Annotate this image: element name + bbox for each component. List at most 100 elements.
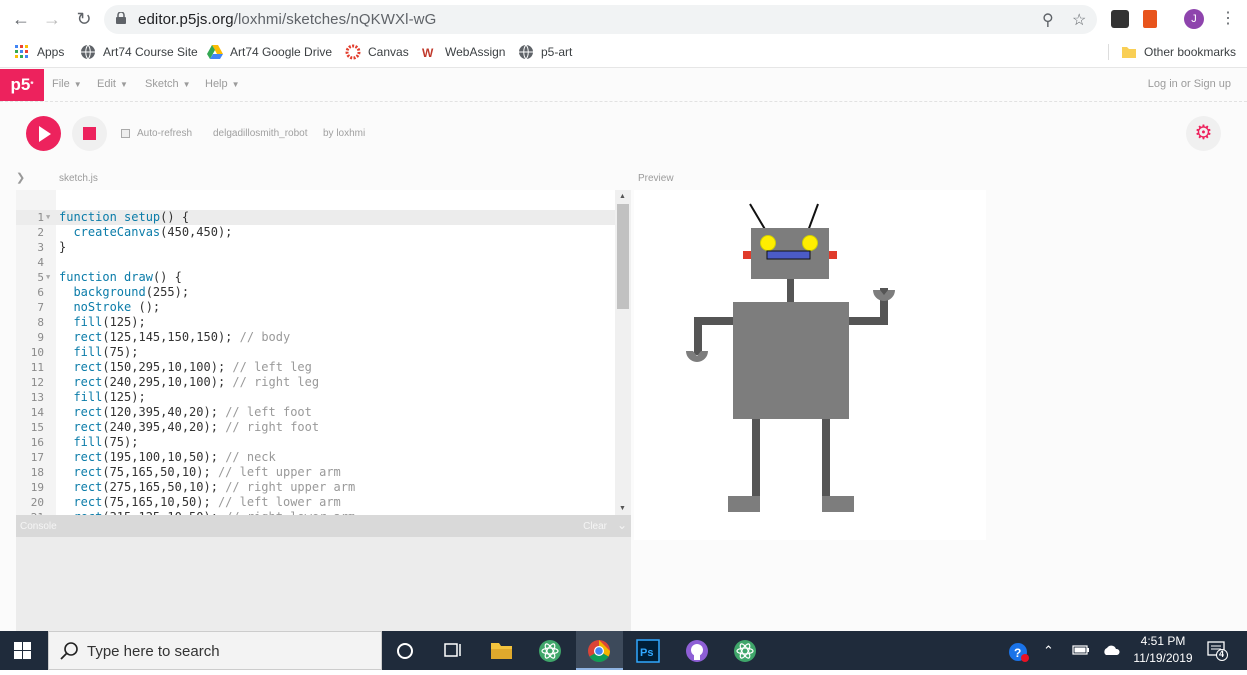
code-line[interactable]: 1 ▼ function setup() { [16,210,616,225]
code-line[interactable]: 8 fill(125); [16,315,616,330]
editor-left-strip [0,190,16,631]
back-icon[interactable]: ← [10,8,32,30]
code-line[interactable]: 16 fill(75); [16,435,616,450]
help-icon[interactable]: ? [1008,643,1030,666]
reload-icon[interactable]: ↻ [73,8,95,30]
onedrive-icon[interactable] [1102,643,1122,660]
profile-avatar[interactable]: J [1184,9,1204,29]
console-output [16,537,631,631]
right-eye [802,235,818,251]
taskbar-search[interactable]: Type here to search [48,631,382,670]
code-line[interactable]: 11 rect(150,295,10,100); // left leg [16,360,616,375]
play-button[interactable] [26,116,61,151]
editor-scrollbar[interactable]: ▲ ▼ [615,190,631,515]
menu-file[interactable]: File ▼ [52,78,82,90]
photoshop-icon: Ps [636,639,660,663]
console-clear-button[interactable]: Clear [583,521,607,532]
action-center-button[interactable]: 4 [1207,641,1228,661]
scroll-thumb[interactable] [617,204,629,309]
line-number: 15 [30,421,44,434]
code-line[interactable]: 5 ▼ function draw() { [16,270,616,285]
line-number: 7 [37,301,44,314]
code-line[interactable]: 7 noStroke (); [16,300,616,315]
line-number: 11 [30,361,44,374]
file-explorer-button[interactable] [478,631,525,670]
bookmark-label: Canvas [368,45,409,59]
scroll-up-icon[interactable]: ▲ [619,193,626,200]
line-number: 4 [37,256,44,269]
code-line[interactable]: 19 rect(275,165,50,10); // right upper a… [16,480,616,495]
code-line[interactable]: 17 rect(195,100,10,50); // neck [16,450,616,465]
forward-icon[interactable]: → [41,8,63,30]
bookmarks-bar: Apps Art74 Course Site Art74 Google Driv… [0,38,1247,68]
bookmark-webassign[interactable]: W WebAssign [422,44,505,60]
line-number: 19 [30,481,44,494]
project-owner[interactable]: by loxhmi [323,128,365,139]
stop-button[interactable] [72,116,107,151]
code-line[interactable]: 14 rect(120,395,40,20); // left foot [16,405,616,420]
menu-sketch[interactable]: Sketch ▼ [145,78,191,90]
code-line[interactable]: 4 [16,255,616,270]
other-bookmarks[interactable]: Other bookmarks [1108,44,1236,60]
code-line[interactable]: 3} [16,240,616,255]
fold-arrow-icon[interactable]: ▼ [46,210,50,225]
office-extension-icon[interactable] [1143,10,1157,28]
bookmark-apps[interactable]: Apps [14,44,64,60]
login-link[interactable]: Log in [1148,78,1178,90]
code-line[interactable]: 2 createCanvas(450,450); [16,225,616,240]
windows-start-icon[interactable] [14,642,31,659]
chrome-icon [588,640,610,662]
code-line[interactable]: 10 fill(75); [16,345,616,360]
apps-grid-icon [15,45,28,58]
code-line[interactable]: 6 background(255); [16,285,616,300]
zoom-icon[interactable]: ⚲ [1042,10,1054,30]
photoshop-button[interactable]: Ps [625,631,672,670]
bookmark-canvas[interactable]: Canvas [345,44,409,60]
sidebar-toggle-icon[interactable]: ❯ [16,171,25,184]
search-placeholder: Type here to search [87,643,220,660]
bookmark-art74-google-drive[interactable]: Art74 Google Drive [207,44,332,60]
show-hidden-icons[interactable]: ⌃ [1043,643,1054,659]
star-icon[interactable]: ☆ [1072,10,1086,30]
menu-edit[interactable]: Edit ▼ [97,78,128,90]
line-number: 5 [37,271,44,284]
settings-button[interactable]: ⚙ [1186,116,1221,151]
code-line[interactable]: 18 rect(75,165,50,10); // left upper arm [16,465,616,480]
code-text: rect(195,100,10,50); // neck [73,450,276,464]
extension-icon[interactable] [1111,10,1129,28]
bookmark-p5-art[interactable]: p5-art [518,44,572,60]
fold-arrow-icon[interactable]: ▼ [46,270,50,285]
github-desktop-button[interactable] [674,631,721,670]
code-text: rect(75,165,10,50); // left lower arm [73,495,341,509]
atom-app-button-2[interactable] [722,631,769,670]
lock-icon [116,12,126,24]
chevron-down-icon[interactable]: ⌄ [617,518,627,532]
code-line[interactable]: 9 rect(125,145,150,150); // body [16,330,616,345]
code-line[interactable]: 15 rect(240,395,40,20); // right foot [16,420,616,435]
code-editor[interactable]: 1 ▼ function setup() {2 createCanvas(450,4… [16,190,631,515]
p5-logo[interactable]: p5* [0,69,44,101]
battery-icon[interactable] [1072,643,1090,660]
address-bar[interactable]: editor.p5js.org/loxhmi/sketches/nQKWXl-w… [104,5,1097,34]
cortana-button[interactable] [382,631,429,670]
bookmark-label: Art74 Course Site [103,45,198,59]
task-view-button[interactable] [429,631,476,670]
atom-app-button[interactable] [527,631,574,670]
svg-text:?: ? [1014,646,1021,660]
bookmark-art74-course-site[interactable]: Art74 Course Site [80,44,198,60]
project-name[interactable]: delgadillosmith_robot [213,128,308,139]
scroll-down-icon[interactable]: ▼ [619,505,626,512]
auto-refresh-checkbox[interactable] [121,129,130,138]
taskbar-clock[interactable]: 4:51 PM 11/19/2019 [1128,633,1198,667]
auto-refresh-toggle[interactable]: Auto-refresh [121,128,192,139]
signup-link[interactable]: Sign up [1194,78,1231,90]
bookmark-label: Apps [37,45,65,59]
code-line[interactable]: 20 rect(75,165,10,50); // left lower arm [16,495,616,510]
menu-help[interactable]: Help ▼ [205,78,240,90]
menu-icon[interactable]: ⋮ [1220,8,1236,30]
code-line[interactable]: 13 fill(125); [16,390,616,405]
code-line[interactable]: 12 rect(240,295,10,100); // right leg [16,375,616,390]
sketch-toolbar: Auto-refresh delgadillosmith_robot by lo… [0,102,1247,165]
robot-body [733,302,849,419]
chrome-button[interactable] [576,631,623,670]
